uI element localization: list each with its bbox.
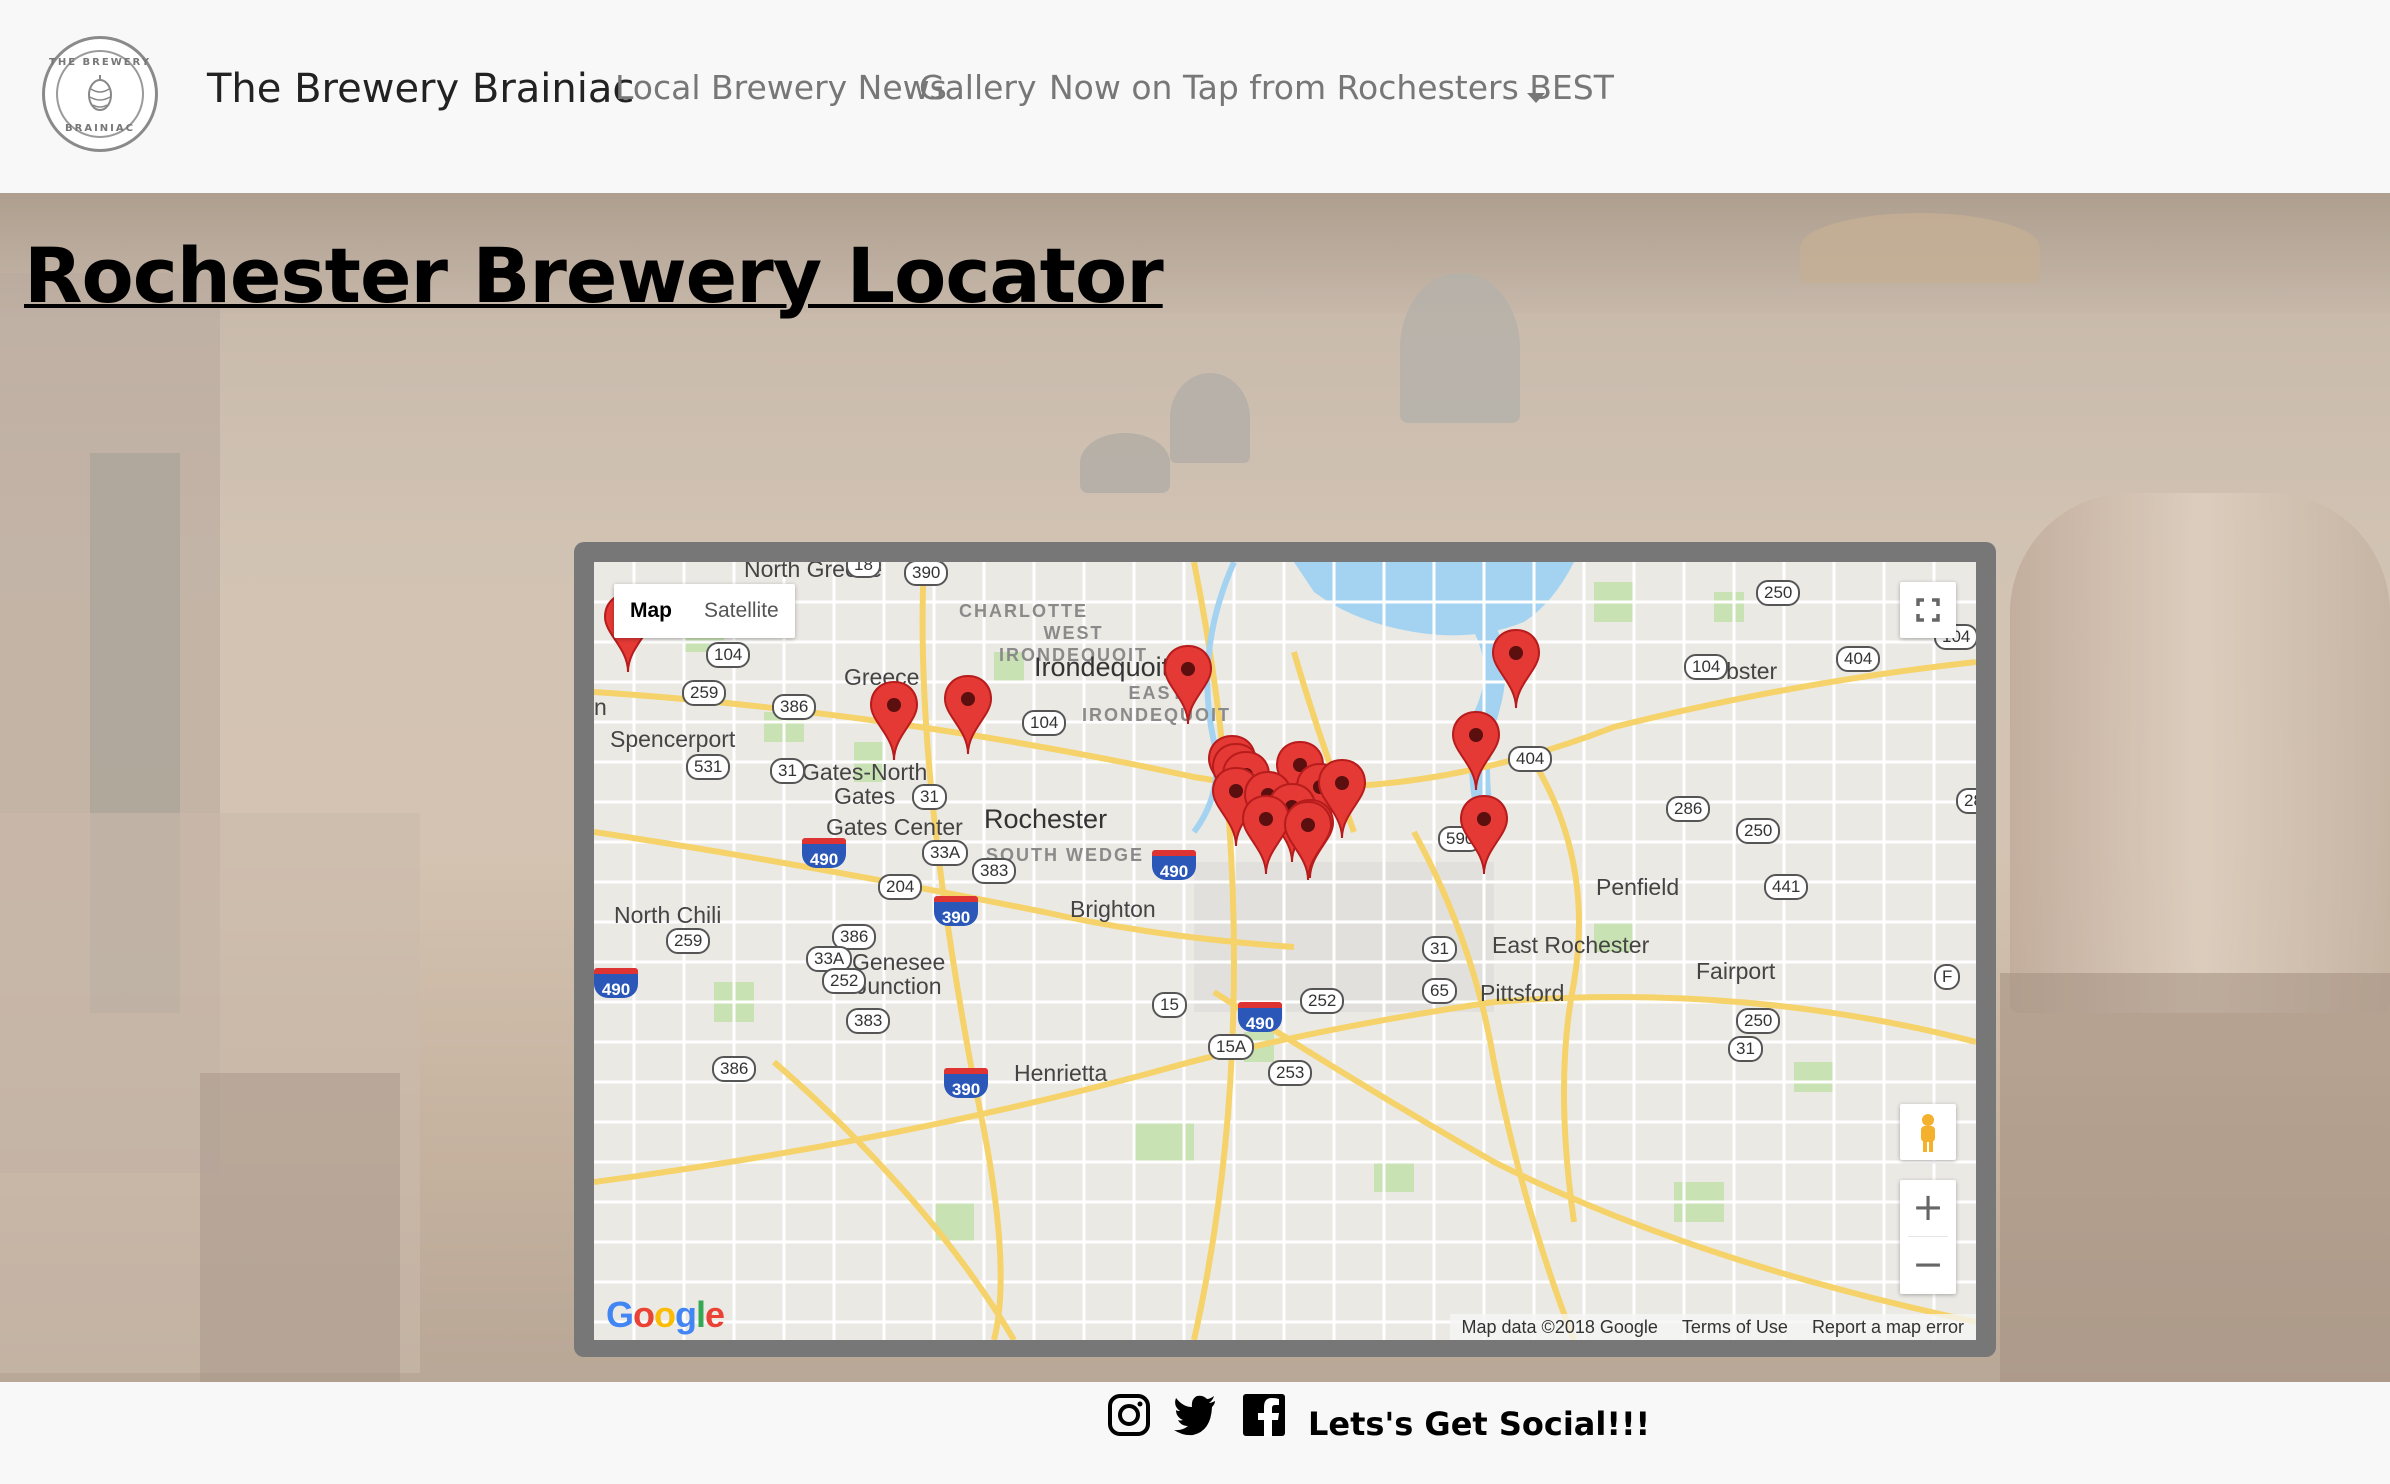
place-label: Fairport bbox=[1696, 958, 1776, 984]
place-label: Gates Center bbox=[826, 814, 963, 840]
pegman-icon bbox=[1921, 1114, 1935, 1152]
interstate-shield: 490 bbox=[594, 968, 638, 999]
route-shield: 104 bbox=[706, 642, 751, 668]
route-shield: 33A bbox=[922, 840, 969, 866]
navbar: THE BREWERY BRAINIAC The Brewery Brainia… bbox=[0, 0, 2390, 193]
route-shield: 65 bbox=[1422, 978, 1457, 1004]
place-label: North Chili bbox=[614, 902, 722, 928]
route-shield: 31 bbox=[912, 784, 947, 810]
route-shield: 15 bbox=[1152, 992, 1187, 1018]
map-type-satellite-button[interactable]: Satellite bbox=[688, 584, 795, 638]
place-label: CHARLOTTE bbox=[959, 601, 1088, 621]
place-label: Gates-North Gates bbox=[802, 759, 928, 809]
brewery-marker-pin[interactable] bbox=[1490, 628, 1542, 710]
terms-of-use-link[interactable]: Terms of Use bbox=[1670, 1314, 1800, 1340]
map-type-map-button[interactable]: Map bbox=[614, 584, 688, 638]
place-label: East Rochester bbox=[1492, 932, 1650, 958]
twitter-icon[interactable] bbox=[1173, 1393, 1217, 1437]
interstate-shield: 490 bbox=[1152, 850, 1196, 881]
logo-text-bottom: BRAINIAC bbox=[65, 123, 135, 134]
route-shield: 259 bbox=[682, 680, 727, 706]
place-label: Genesee Junction bbox=[852, 949, 946, 999]
brand-name[interactable]: The Brewery Brainiac bbox=[207, 66, 634, 112]
route-shield: 441 bbox=[1764, 874, 1809, 900]
route-shield: 286 bbox=[1666, 796, 1711, 822]
place-label: Brighton bbox=[1070, 896, 1156, 922]
place-label: Penfield bbox=[1596, 874, 1680, 900]
interstate-shield: 490 bbox=[1238, 1002, 1282, 1033]
fullscreen-icon bbox=[1916, 598, 1940, 622]
fullscreen-button[interactable] bbox=[1900, 582, 1956, 638]
route-shield: 259 bbox=[666, 928, 711, 954]
brewery-marker-pin[interactable] bbox=[1458, 794, 1510, 876]
facebook-icon[interactable] bbox=[1242, 1393, 1286, 1437]
place-label: Pittsford bbox=[1480, 980, 1565, 1006]
place-label: Irondequoit bbox=[1034, 652, 1170, 682]
route-shield: 404 bbox=[1836, 646, 1881, 672]
route-shield: 386 bbox=[712, 1056, 757, 1082]
chevron-down-icon[interactable] bbox=[1527, 93, 1545, 103]
route-shield: F bbox=[1934, 964, 1961, 990]
logo-text-top: THE BREWERY bbox=[49, 57, 151, 68]
interstate-shield: 390 bbox=[944, 1068, 988, 1099]
google-logo[interactable]: Google bbox=[606, 1294, 725, 1336]
route-shield: 28 bbox=[1956, 788, 1976, 814]
route-shield: 18 bbox=[846, 562, 881, 578]
route-shield: 386 bbox=[772, 694, 817, 720]
route-shield: 252 bbox=[822, 968, 867, 994]
interstate-shield: 490 bbox=[802, 838, 846, 869]
map-frame: North Greece CHARLOTTE WEST IRONDEQUOIT … bbox=[574, 542, 1996, 1357]
brewery-marker-pin[interactable] bbox=[1282, 800, 1334, 882]
interstate-shield: 390 bbox=[934, 896, 978, 927]
map-attribution: Map data ©2018 Google Terms of Use Repor… bbox=[1449, 1314, 1976, 1340]
zoom-out-button[interactable]: − bbox=[1900, 1237, 1956, 1293]
route-shield: 204 bbox=[878, 874, 923, 900]
instagram-icon[interactable] bbox=[1107, 1393, 1151, 1437]
route-shield: 250 bbox=[1756, 580, 1801, 606]
route-shield: 250 bbox=[1736, 818, 1781, 844]
route-shield: 390 bbox=[904, 562, 949, 586]
route-shield: 15A bbox=[1208, 1034, 1255, 1060]
page-title: Rochester Brewery Locator bbox=[24, 231, 1164, 320]
brand-logo[interactable]: THE BREWERY BRAINIAC bbox=[42, 36, 158, 152]
hero-background: Rochester Brewery Locator North Greece C… bbox=[0, 193, 2390, 1382]
brewery-marker-pin[interactable] bbox=[1450, 710, 1502, 792]
map-data-text: Map data ©2018 Google bbox=[1461, 1317, 1658, 1337]
route-shield: 253 bbox=[1268, 1060, 1313, 1086]
route-shield: 31 bbox=[770, 758, 805, 784]
route-shield: 104 bbox=[1022, 710, 1067, 736]
route-shield: 383 bbox=[846, 1008, 891, 1034]
route-shield: 531 bbox=[686, 754, 731, 780]
nav-gallery[interactable]: Gallery bbox=[919, 68, 1037, 107]
brewery-marker-pin[interactable] bbox=[868, 680, 920, 762]
place-label: Rochester bbox=[984, 804, 1108, 834]
report-map-error-link[interactable]: Report a map error bbox=[1800, 1314, 1976, 1340]
street-view-pegman-button[interactable] bbox=[1900, 1104, 1956, 1160]
route-shield: 252 bbox=[1300, 988, 1345, 1014]
place-label: Henrietta bbox=[1014, 1060, 1108, 1086]
place-label: n bbox=[594, 694, 607, 720]
place-label: Spencerport bbox=[610, 726, 736, 752]
hop-icon bbox=[88, 75, 112, 111]
route-shield: 250 bbox=[1736, 1008, 1781, 1034]
route-shield: 104 bbox=[1684, 654, 1729, 680]
nav-local-brewery-news[interactable]: Local Brewery News bbox=[615, 68, 947, 107]
route-shield: 31 bbox=[1422, 936, 1457, 962]
route-shield: 383 bbox=[972, 858, 1017, 884]
brewery-marker-pin[interactable] bbox=[1162, 644, 1214, 726]
social-text: Lets's Get Social!!! bbox=[1308, 1405, 1651, 1443]
brewery-marker-pin[interactable] bbox=[942, 674, 994, 756]
zoom-control: + − bbox=[1900, 1180, 1956, 1294]
google-map[interactable]: North Greece CHARLOTTE WEST IRONDEQUOIT … bbox=[594, 562, 1976, 1340]
map-type-control: Map Satellite bbox=[614, 584, 795, 638]
zoom-in-button[interactable]: + bbox=[1900, 1180, 1956, 1236]
route-shield: 404 bbox=[1508, 746, 1553, 772]
route-shield: 31 bbox=[1728, 1036, 1763, 1062]
